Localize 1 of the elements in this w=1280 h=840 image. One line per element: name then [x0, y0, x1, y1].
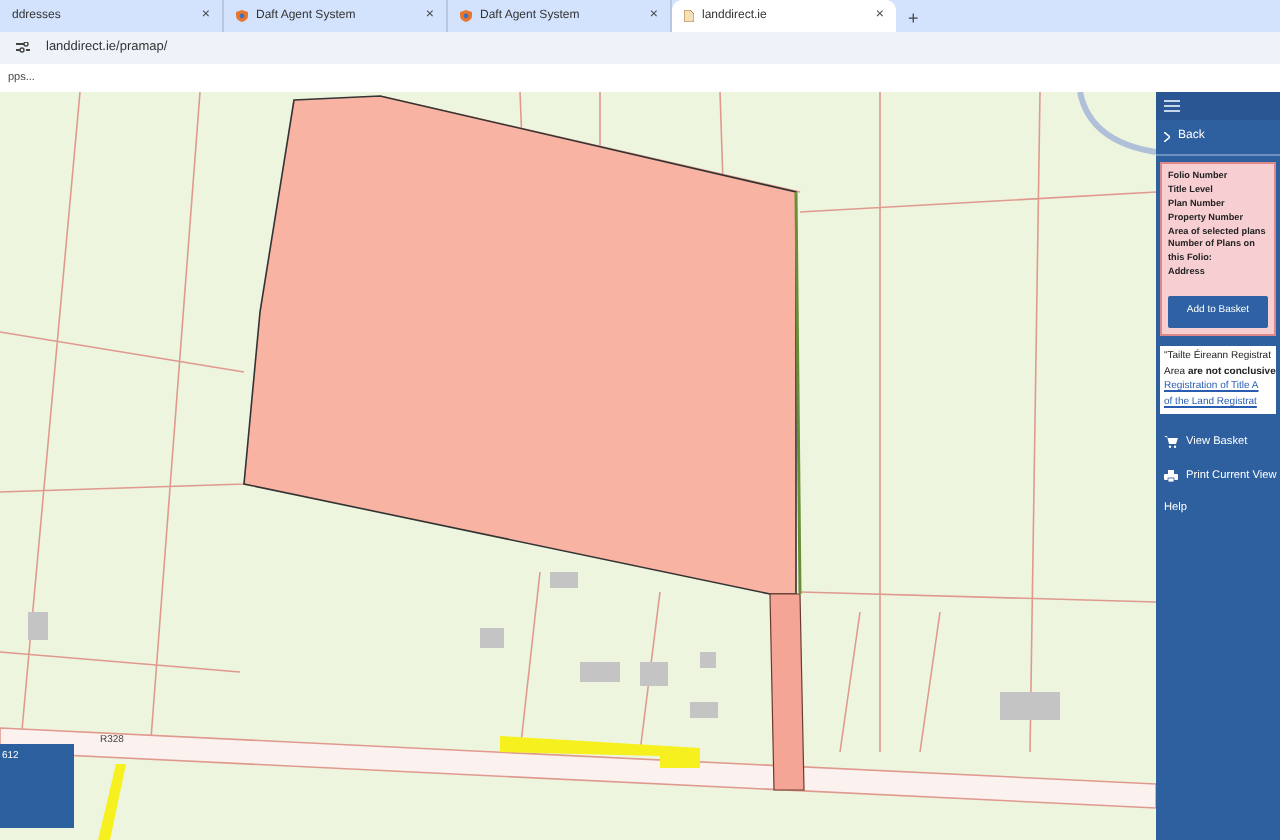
- new-tab-button[interactable]: +: [896, 5, 931, 32]
